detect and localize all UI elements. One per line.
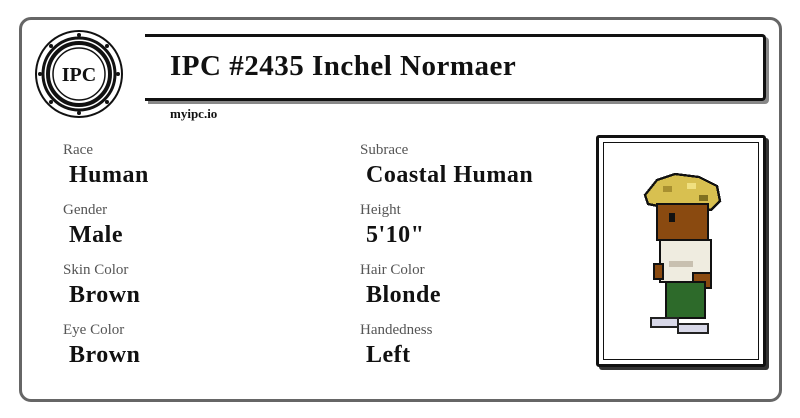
field-value: Brown (69, 282, 141, 308)
field-label: Handedness (360, 322, 433, 338)
svg-text:IPC: IPC (62, 64, 96, 86)
field-eye-color: Eye Color Brown (63, 322, 140, 369)
field-height: Height 5'10" (360, 202, 425, 249)
field-value: Blonde (366, 282, 442, 308)
field-label: Race (63, 142, 93, 158)
field-label: Height (360, 202, 401, 218)
site-link[interactable]: myipc.io (170, 106, 217, 122)
field-hair-color: Hair Color Blonde (360, 262, 441, 309)
field-label: Eye Color (63, 322, 125, 338)
field-value: Brown (69, 342, 141, 368)
character-sprite (643, 172, 722, 335)
field-race: Race Human (63, 142, 149, 189)
field-value: Human (69, 162, 149, 188)
field-handedness: Handedness Left (360, 322, 432, 369)
field-value: Left (366, 342, 411, 368)
field-label: Skin Color (63, 262, 129, 278)
field-subrace: Subrace Coastal Human (360, 142, 533, 189)
field-gender: Gender Male (63, 202, 123, 249)
ipc-seal-logo: IPC (35, 30, 123, 118)
field-value: Coastal Human (366, 162, 534, 188)
field-value: 5'10" (366, 222, 425, 248)
character-portrait-frame (596, 135, 766, 367)
field-skin-color: Skin Color Brown (63, 262, 140, 309)
field-value: Male (69, 222, 123, 248)
page-title: IPC #2435 Inchel Normaer (170, 50, 517, 82)
field-label: Gender (63, 202, 108, 218)
field-label: Hair Color (360, 262, 425, 278)
field-label: Subrace (360, 142, 409, 158)
